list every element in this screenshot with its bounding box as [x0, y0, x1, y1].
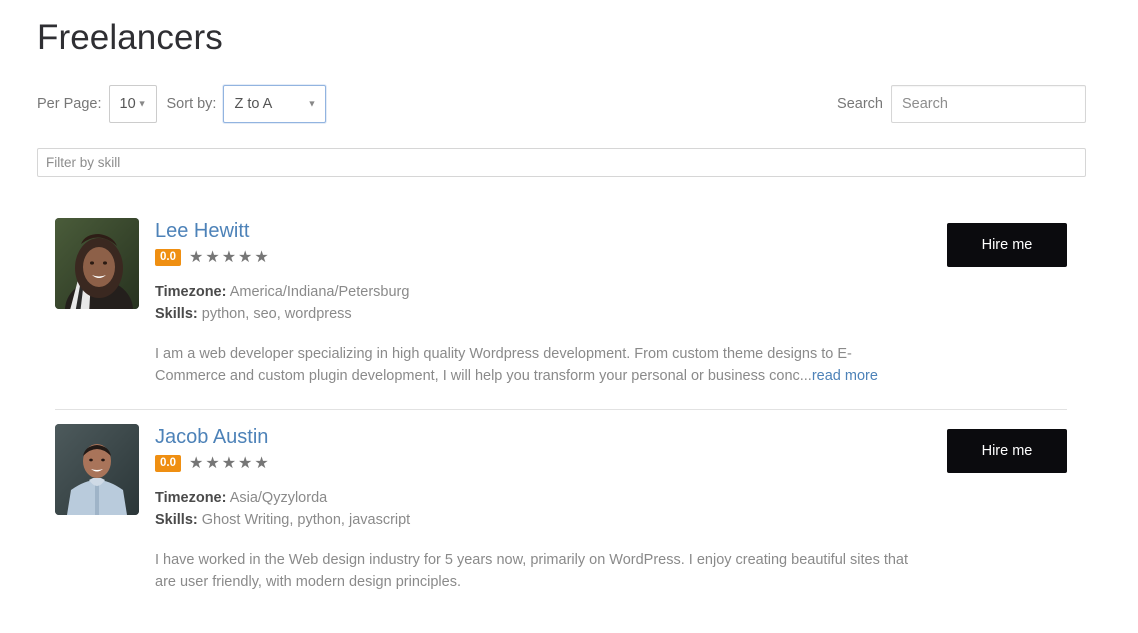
skills-label: Skills: — [155, 306, 198, 322]
hire-me-button[interactable]: Hire me — [947, 429, 1067, 473]
timezone-line: Timezone: Asia/Qyzylorda — [155, 487, 917, 509]
description-text: I am a web developer specializing in hig… — [155, 346, 852, 384]
star-icon: ★ — [205, 249, 220, 266]
freelancer-info: Lee Hewitt 0.0 ★ ★ ★ ★ ★ Timezone: Ameri… — [155, 218, 1067, 387]
chevron-down-icon: ▼ — [137, 98, 147, 109]
per-page-value: 10 — [119, 96, 136, 112]
sort-by-value: Z to A — [234, 96, 273, 112]
star-icon: ★ — [205, 455, 220, 472]
timezone-label: Timezone: — [155, 284, 227, 300]
rating-row: 0.0 ★ ★ ★ ★ ★ — [155, 454, 917, 473]
skill-filter-input[interactable] — [37, 148, 1086, 177]
freelancer-description: I have worked in the Web design industry… — [155, 549, 917, 593]
star-rating[interactable]: ★ ★ ★ ★ ★ — [189, 455, 269, 472]
freelancer-card: Lee Hewitt 0.0 ★ ★ ★ ★ ★ Timezone: Ameri… — [55, 204, 1067, 409]
freelancer-name-link[interactable]: Lee Hewitt — [155, 218, 250, 244]
timezone-value: Asia/Qyzylorda — [229, 490, 328, 506]
avatar[interactable] — [55, 424, 139, 515]
timezone-value: America/Indiana/Petersburg — [229, 284, 410, 300]
star-icon: ★ — [254, 249, 269, 266]
sort-by-label: Sort by: — [166, 96, 217, 112]
avatar[interactable] — [55, 218, 139, 309]
star-rating[interactable]: ★ ★ ★ ★ ★ — [189, 249, 269, 266]
star-icon: ★ — [221, 455, 237, 472]
search-group: Search — [837, 85, 1086, 123]
skills-value: Ghost Writing, python, javascript — [201, 512, 411, 528]
star-icon: ★ — [221, 249, 237, 266]
toolbar-left-group: Per Page: 10 ▼ Sort by: Z to A ▼ — [37, 85, 327, 123]
freelancer-description: I am a web developer specializing in hig… — [155, 343, 917, 387]
search-input[interactable] — [891, 85, 1086, 123]
star-icon: ★ — [238, 249, 253, 266]
star-icon: ★ — [189, 455, 204, 472]
rating-badge: 0.0 — [155, 249, 181, 266]
timezone-label: Timezone: — [155, 490, 227, 506]
sort-by-select[interactable]: Z to A ▼ — [223, 85, 327, 123]
page-title: Freelancers — [37, 18, 223, 57]
skills-line: Skills: Ghost Writing, python, javascrip… — [155, 509, 917, 531]
read-more-link[interactable]: read more — [812, 368, 878, 384]
freelancer-name-link[interactable]: Jacob Austin — [155, 424, 268, 450]
timezone-line: Timezone: America/Indiana/Petersburg — [155, 281, 917, 303]
freelancer-list: Lee Hewitt 0.0 ★ ★ ★ ★ ★ Timezone: Ameri… — [55, 204, 1067, 615]
per-page-label: Per Page: — [37, 96, 102, 112]
freelancers-page: Freelancers Per Page: 10 ▼ Sort by: Z to… — [0, 0, 1138, 633]
toolbar: Per Page: 10 ▼ Sort by: Z to A ▼ Search — [37, 85, 1086, 123]
rating-badge: 0.0 — [155, 455, 181, 472]
star-icon: ★ — [238, 455, 253, 472]
chevron-down-icon: ▼ — [307, 98, 317, 109]
description-text: I have worked in the Web design industry… — [155, 552, 909, 590]
search-label: Search — [837, 96, 883, 112]
freelancer-card: Jacob Austin 0.0 ★ ★ ★ ★ ★ Timezone: Asi… — [55, 409, 1067, 615]
per-page-select[interactable]: 10 ▼ — [108, 85, 157, 123]
skills-label: Skills: — [155, 512, 198, 528]
hire-me-button[interactable]: Hire me — [947, 223, 1067, 267]
star-icon: ★ — [254, 455, 269, 472]
skills-value: python, seo, wordpress — [201, 306, 352, 322]
skills-line: Skills: python, seo, wordpress — [155, 303, 917, 325]
star-icon: ★ — [189, 249, 204, 266]
rating-row: 0.0 ★ ★ ★ ★ ★ — [155, 248, 917, 267]
freelancer-info: Jacob Austin 0.0 ★ ★ ★ ★ ★ Timezone: Asi… — [155, 424, 1067, 593]
